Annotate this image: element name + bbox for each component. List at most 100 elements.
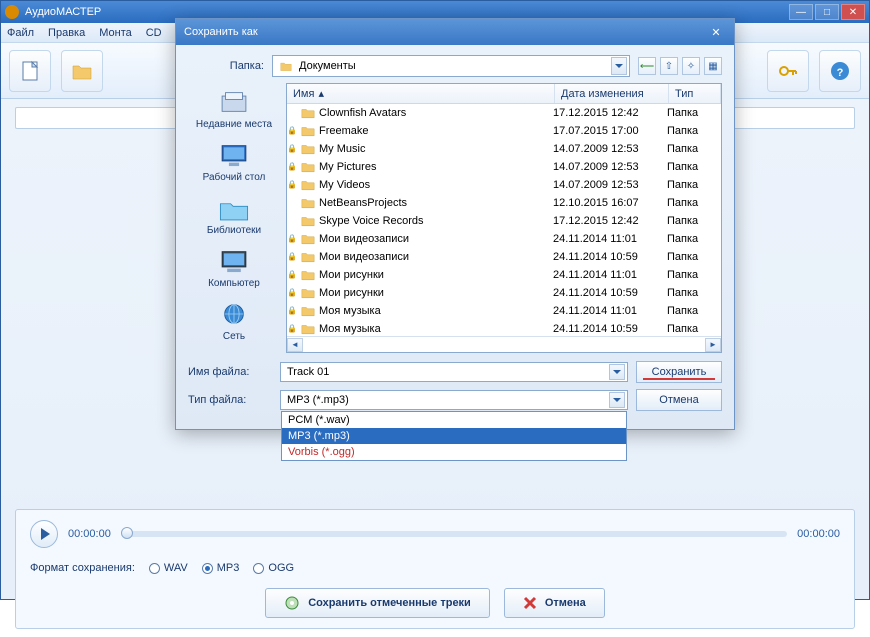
save-button[interactable]: Сохранить <box>636 361 722 383</box>
file-list: Имя ▴ Дата изменения Тип Clownfish Avata… <box>286 83 722 353</box>
help-button[interactable]: ? <box>819 50 861 92</box>
place-desktop[interactable]: Рабочий стол <box>192 138 276 185</box>
folder-combo[interactable]: Документы <box>272 55 630 77</box>
filename-input[interactable]: Track 01 <box>280 362 628 382</box>
folder-icon <box>301 268 315 282</box>
places-bar: Недавние места Рабочий стол Библиотеки Комп… <box>188 83 280 353</box>
folder-dropdown-arrow[interactable] <box>611 57 627 75</box>
lock-icon: 🔒 <box>287 324 297 334</box>
svg-text:?: ? <box>837 67 844 79</box>
seek-slider[interactable] <box>121 531 787 537</box>
lock-icon: 🔒 <box>287 234 297 244</box>
folder-icon <box>279 59 293 73</box>
libraries-icon <box>217 193 251 223</box>
lock-icon: 🔒 <box>287 252 297 262</box>
nav-back-icon[interactable]: ⟵ <box>638 57 656 75</box>
file-row[interactable]: 🔒Мои рисунки24.11.2014 10:59Папка <box>287 284 721 302</box>
file-row[interactable]: 🔒My Videos14.07.2009 12:53Папка <box>287 176 721 194</box>
menu-cd[interactable]: CD <box>146 27 162 39</box>
column-type[interactable]: Тип <box>669 84 721 103</box>
folder-icon <box>301 286 315 300</box>
folder-icon <box>301 142 315 156</box>
nav-icons: ⟵ ⇧ ✧ ▦ <box>638 57 722 75</box>
cancel-tracks-button[interactable]: Отмена <box>504 588 605 618</box>
folder-icon <box>301 196 315 210</box>
lock-icon: 🔒 <box>287 288 297 298</box>
folder-icon <box>301 250 315 264</box>
maximize-button[interactable]: □ <box>815 4 839 20</box>
place-network[interactable]: Сеть <box>192 297 276 344</box>
file-row[interactable]: 🔒Мои рисунки24.11.2014 11:01Папка <box>287 266 721 284</box>
format-label: Формат сохранения: <box>30 562 135 574</box>
open-file-button[interactable] <box>61 50 103 92</box>
scroll-right-arrow[interactable]: ► <box>705 338 721 352</box>
new-file-button[interactable] <box>9 50 51 92</box>
filename-label: Имя файла: <box>188 366 272 378</box>
folder-icon <box>301 322 315 336</box>
filetype-option[interactable]: Vorbis (*.ogg) <box>282 444 626 460</box>
network-icon <box>217 299 251 329</box>
folder-icon <box>301 232 315 246</box>
player-controls: 00:00:00 00:00:00 <box>30 520 840 548</box>
folder-icon <box>301 178 315 192</box>
filetype-option[interactable]: PCM (*.wav) <box>282 412 626 428</box>
key-icon <box>776 59 800 83</box>
file-row[interactable]: Skype Voice Records17.12.2015 12:42Папка <box>287 212 721 230</box>
format-wav-radio[interactable]: WAV <box>149 562 188 574</box>
dialog-title: Сохранить как <box>184 26 706 38</box>
file-list-body[interactable]: Clownfish Avatars17.12.2015 12:42Папка🔒F… <box>287 104 721 336</box>
file-row[interactable]: 🔒Моя музыка24.11.2014 11:01Папка <box>287 302 721 320</box>
folder-icon <box>301 124 315 138</box>
filetype-combo[interactable]: MP3 (*.mp3) PCM (*.wav)MP3 (*.mp3)Vorbis… <box>280 390 628 410</box>
dialog-close-button[interactable]: ✕ <box>706 23 726 41</box>
key-button[interactable] <box>767 50 809 92</box>
bottom-buttons: Сохранить отмеченные треки Отмена <box>30 588 840 618</box>
cancel-icon <box>523 596 537 610</box>
save-tracks-button[interactable]: Сохранить отмеченные треки <box>265 588 490 618</box>
file-row[interactable]: 🔒Freemake17.07.2015 17:00Папка <box>287 122 721 140</box>
place-recent[interactable]: Недавние места <box>192 85 276 132</box>
menu-edit[interactable]: Правка <box>48 27 85 39</box>
format-row: Формат сохранения: WAV MP3 OGG <box>30 562 840 574</box>
cd-save-icon <box>284 595 300 611</box>
document-icon <box>18 59 42 83</box>
folder-icon <box>301 304 315 318</box>
format-mp3-radio[interactable]: MP3 <box>202 562 240 574</box>
seek-thumb[interactable] <box>121 527 133 539</box>
file-row[interactable]: NetBeansProjects12.10.2015 16:07Папка <box>287 194 721 212</box>
folder-icon <box>301 160 315 174</box>
filename-dropdown-arrow[interactable] <box>609 364 625 380</box>
app-title: АудиоМАСТЕР <box>25 6 787 18</box>
menu-file[interactable]: Файл <box>7 27 34 39</box>
filetype-dropdown-arrow[interactable] <box>609 392 625 408</box>
format-ogg-radio[interactable]: OGG <box>253 562 294 574</box>
place-libraries[interactable]: Библиотеки <box>192 191 276 238</box>
horizontal-scrollbar[interactable]: ◄ ► <box>287 336 721 352</box>
scroll-left-arrow[interactable]: ◄ <box>287 338 303 352</box>
nav-view-icon[interactable]: ▦ <box>704 57 722 75</box>
minimize-button[interactable]: — <box>789 4 813 20</box>
close-button[interactable]: ✕ <box>841 4 865 20</box>
file-row[interactable]: 🔒My Music14.07.2009 12:53Папка <box>287 140 721 158</box>
dialog-titlebar: Сохранить как ✕ <box>176 19 734 45</box>
cancel-button[interactable]: Отмена <box>636 389 722 411</box>
menu-montage[interactable]: Монта <box>99 27 132 39</box>
file-row[interactable]: 🔒My Pictures14.07.2009 12:53Папка <box>287 158 721 176</box>
folder-icon <box>301 214 315 228</box>
folder-value: Документы <box>299 60 356 72</box>
filetype-option[interactable]: MP3 (*.mp3) <box>282 428 626 444</box>
column-date[interactable]: Дата изменения <box>555 84 669 103</box>
nav-up-icon[interactable]: ⇧ <box>660 57 678 75</box>
file-row[interactable]: 🔒Моя музыка24.11.2014 10:59Папка <box>287 320 721 336</box>
place-computer[interactable]: Компьютер <box>192 244 276 291</box>
play-button[interactable] <box>30 520 58 548</box>
column-name[interactable]: Имя ▴ <box>287 84 555 103</box>
file-row[interactable]: Clownfish Avatars17.12.2015 12:42Папка <box>287 104 721 122</box>
lock-icon: 🔒 <box>287 162 297 172</box>
lock-icon: 🔒 <box>287 270 297 280</box>
folder-row: Папка: Документы ⟵ ⇧ ✧ ▦ <box>188 55 722 77</box>
nav-newfolder-icon[interactable]: ✧ <box>682 57 700 75</box>
file-row[interactable]: 🔒Мои видеозаписи24.11.2014 11:01Папка <box>287 230 721 248</box>
file-row[interactable]: 🔒Мои видеозаписи24.11.2014 10:59Папка <box>287 248 721 266</box>
folder-icon <box>301 106 315 120</box>
